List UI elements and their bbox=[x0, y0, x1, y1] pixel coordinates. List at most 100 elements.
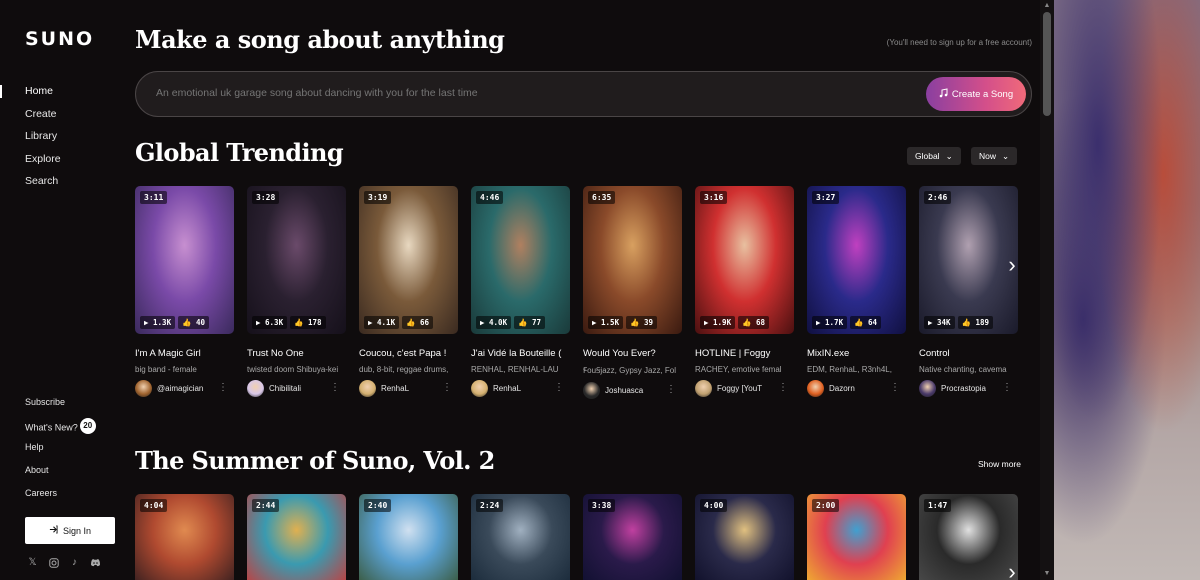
song-creator[interactable]: Procrastopia ⋮ bbox=[919, 380, 1018, 397]
song-creator[interactable]: RenhaL ⋮ bbox=[471, 380, 570, 397]
song-creator[interactable]: Foggy [YouT ⋮ bbox=[695, 380, 794, 397]
chevron-right-icon[interactable]: › bbox=[1000, 559, 1024, 580]
creator-name[interactable]: @aimagician bbox=[157, 384, 219, 393]
instagram-icon[interactable] bbox=[48, 557, 59, 568]
avatar[interactable] bbox=[807, 380, 824, 397]
link-careers[interactable]: Careers bbox=[25, 488, 96, 511]
like-count[interactable]: 👍 178 bbox=[290, 316, 326, 329]
song-title[interactable]: I'm A Magic Girl bbox=[135, 348, 234, 359]
scroll-down-icon[interactable]: ▼ bbox=[1043, 570, 1051, 578]
more-options-icon[interactable]: ⋮ bbox=[218, 382, 228, 393]
avatar[interactable] bbox=[359, 380, 376, 397]
song-cover-art[interactable]: 3:11 ▶ 1.3K 👍 40 bbox=[135, 186, 234, 334]
scroll-up-icon[interactable]: ▲ bbox=[1043, 2, 1051, 10]
song-card[interactable]: 2:46 ▶ 34K 👍 189 Control Native chanting, ca… bbox=[919, 186, 1018, 399]
create-song-button[interactable]: Create a Song bbox=[926, 77, 1026, 111]
song-creator[interactable]: Joshuasca ⋮ bbox=[583, 382, 682, 399]
link-about[interactable]: About bbox=[25, 465, 96, 488]
song-cover-art[interactable]: 2:00 bbox=[807, 494, 906, 580]
song-title[interactable]: Coucou, c'est Papa ! bbox=[359, 348, 458, 359]
creator-name[interactable]: RenhaL bbox=[381, 384, 443, 393]
avatar[interactable] bbox=[247, 380, 264, 397]
nav-search[interactable]: Search bbox=[25, 175, 61, 198]
creator-name[interactable]: Chibilitali bbox=[269, 384, 331, 393]
song-title[interactable]: MixIN.exe bbox=[807, 348, 906, 359]
tiktok-icon[interactable]: ♪ bbox=[69, 557, 80, 568]
like-count[interactable]: 👍 40 bbox=[178, 316, 209, 329]
more-options-icon[interactable]: ⋮ bbox=[666, 384, 676, 395]
song-card[interactable]: 4:00 bbox=[695, 494, 794, 580]
nav-library[interactable]: Library bbox=[25, 130, 61, 153]
avatar[interactable] bbox=[471, 380, 488, 397]
nav-create[interactable]: Create bbox=[25, 108, 61, 131]
song-cover-art[interactable]: 4:46 ▶ 4.0K 👍 77 bbox=[471, 186, 570, 334]
x-icon[interactable]: 𝕏 bbox=[27, 557, 38, 568]
like-count[interactable]: 👍 189 bbox=[957, 316, 993, 329]
song-cover-art[interactable]: 2:44 bbox=[247, 494, 346, 580]
avatar[interactable] bbox=[135, 380, 152, 397]
song-card[interactable]: 4:04 bbox=[135, 494, 234, 580]
song-title[interactable]: J'ai Vidé la Bouteille ( bbox=[471, 348, 570, 359]
song-card[interactable]: 3:28 ▶ 6.3K 👍 178 Trust No One twisted doom … bbox=[247, 186, 346, 399]
song-card[interactable]: 2:44 bbox=[247, 494, 346, 580]
link-whats-new[interactable]: What's New? 20 bbox=[25, 417, 96, 443]
time-filter[interactable]: Now ⌄ bbox=[971, 147, 1018, 165]
creator-name[interactable]: RenhaL bbox=[493, 384, 555, 393]
song-title[interactable]: Trust No One bbox=[247, 348, 346, 359]
sign-in-button[interactable]: Sign In bbox=[25, 517, 115, 544]
song-card[interactable]: 3:16 ▶ 1.9K 👍 68 HOTLINE | Foggy RACHEY, emo… bbox=[695, 186, 794, 399]
song-cover-art[interactable]: 2:24 bbox=[471, 494, 570, 580]
more-options-icon[interactable]: ⋮ bbox=[330, 382, 340, 393]
song-creator[interactable]: RenhaL ⋮ bbox=[359, 380, 458, 397]
avatar[interactable] bbox=[695, 380, 712, 397]
chevron-right-icon[interactable]: › bbox=[1000, 252, 1024, 277]
song-card[interactable]: 3:19 ▶ 4.1K 👍 66 Coucou, c'est Papa ! dub, 8… bbox=[359, 186, 458, 399]
song-cover-art[interactable]: 4:00 bbox=[695, 494, 794, 580]
creator-name[interactable]: Joshuasca bbox=[605, 386, 667, 395]
song-creator[interactable]: Chibilitali ⋮ bbox=[247, 380, 346, 397]
creator-name[interactable]: Procrastopia bbox=[941, 384, 1003, 393]
song-creator[interactable]: Dazorn ⋮ bbox=[807, 380, 906, 397]
like-count[interactable]: 👍 77 bbox=[514, 316, 545, 329]
more-options-icon[interactable]: ⋮ bbox=[554, 382, 564, 393]
like-count[interactable]: 👍 39 bbox=[626, 316, 657, 329]
discord-icon[interactable] bbox=[90, 557, 101, 568]
avatar[interactable] bbox=[919, 380, 936, 397]
like-count[interactable]: 👍 68 bbox=[738, 316, 769, 329]
song-card[interactable]: 3:38 bbox=[583, 494, 682, 580]
like-count[interactable]: 👍 66 bbox=[402, 316, 433, 329]
more-options-icon[interactable]: ⋮ bbox=[1002, 382, 1012, 393]
link-subscribe[interactable]: Subscribe bbox=[25, 397, 96, 420]
song-card[interactable]: 6:35 ▶ 1.5K 👍 39 Would You Ever? ꞘouꞨjazz, G… bbox=[583, 186, 682, 399]
show-more-link[interactable]: Show more bbox=[978, 459, 1021, 469]
page-scrollbar[interactable]: ▲ ▼ bbox=[1040, 0, 1054, 580]
song-title[interactable]: HOTLINE | Foggy bbox=[695, 348, 794, 359]
song-cover-art[interactable]: 2:40 bbox=[359, 494, 458, 580]
song-cover-art[interactable]: 3:27 ▶ 1.7K 👍 64 bbox=[807, 186, 906, 334]
scroll-thumb[interactable] bbox=[1043, 12, 1051, 116]
song-cover-art[interactable]: 4:04 bbox=[135, 494, 234, 580]
more-options-icon[interactable]: ⋮ bbox=[890, 382, 900, 393]
nav-explore[interactable]: Explore bbox=[25, 153, 61, 176]
song-card[interactable]: 2:40 bbox=[359, 494, 458, 580]
song-title[interactable]: Would You Ever? bbox=[583, 348, 682, 359]
nav-home[interactable]: Home bbox=[25, 85, 61, 108]
song-card[interactable]: 3:27 ▶ 1.7K 👍 64 MixIN.exe EDM, RenhaL, R3nh… bbox=[807, 186, 906, 399]
more-options-icon[interactable]: ⋮ bbox=[442, 382, 452, 393]
song-cover-art[interactable]: 3:38 bbox=[583, 494, 682, 580]
song-creator[interactable]: @aimagician ⋮ bbox=[135, 380, 234, 397]
song-cover-art[interactable]: 6:35 ▶ 1.5K 👍 39 bbox=[583, 186, 682, 334]
creator-name[interactable]: Foggy [YouT bbox=[717, 384, 779, 393]
avatar[interactable] bbox=[583, 382, 600, 399]
song-cover-art[interactable]: 3:16 ▶ 1.9K 👍 68 bbox=[695, 186, 794, 334]
song-cover-art[interactable]: 3:19 ▶ 4.1K 👍 66 bbox=[359, 186, 458, 334]
region-filter[interactable]: Global ⌄ bbox=[907, 147, 961, 165]
song-card[interactable]: 2:24 bbox=[471, 494, 570, 580]
song-cover-art[interactable]: 3:28 ▶ 6.3K 👍 178 bbox=[247, 186, 346, 334]
link-help[interactable]: Help bbox=[25, 442, 96, 465]
song-card[interactable]: 4:46 ▶ 4.0K 👍 77 J'ai Vidé la Bouteille (RE… bbox=[471, 186, 570, 399]
song-card[interactable]: 2:00 bbox=[807, 494, 906, 580]
more-options-icon[interactable]: ⋮ bbox=[778, 382, 788, 393]
song-title[interactable]: Control bbox=[919, 348, 1018, 359]
song-prompt-input[interactable] bbox=[156, 87, 876, 99]
